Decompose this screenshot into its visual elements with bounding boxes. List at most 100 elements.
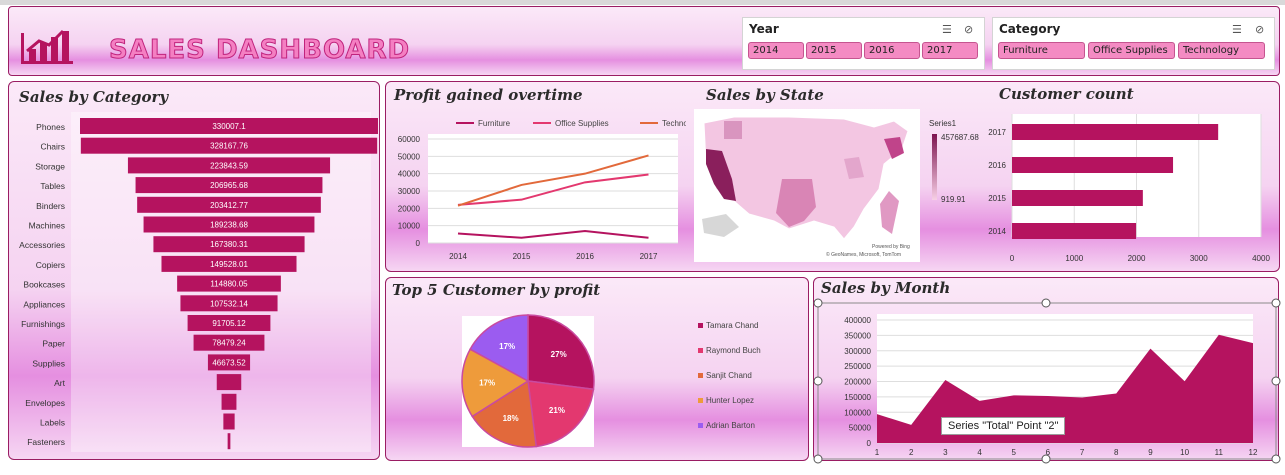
sales-by-category-panel: Sales by Category Phones 330007.1 Chairs 32…: [8, 81, 380, 460]
y-tick-label: 0: [416, 239, 421, 248]
slicer-year-2014[interactable]: 2014: [748, 42, 804, 59]
resize-handle[interactable]: [1271, 454, 1281, 464]
category-tick-label: Furnishings: [21, 319, 65, 329]
category-tick-label: Copiers: [36, 260, 65, 270]
x-tick-label: 4000: [1252, 254, 1270, 263]
category-slicer: Category ☰ ⊘ Furniture Office Supplies T…: [992, 17, 1275, 70]
customer-bar: [1012, 190, 1143, 206]
x-tick-label: 7: [1080, 448, 1085, 457]
y-tick-label: 20000: [398, 204, 421, 213]
bar-data-label: 78479.24: [212, 339, 246, 348]
bar-chart-logo-icon: [21, 29, 73, 64]
clear-filter-icon[interactable]: ⊘: [964, 23, 973, 36]
x-tick-label: 10: [1180, 448, 1189, 457]
x-tick-label: 3000: [1190, 254, 1208, 263]
category-tick-label: Appliances: [23, 299, 65, 309]
panel-title: Sales by State: [706, 86, 824, 104]
category-tick-label: Labels: [40, 418, 65, 428]
slicer-year-2015[interactable]: 2015: [806, 42, 862, 59]
category-tick-label: Fasteners: [27, 437, 65, 447]
category-tick-label: Storage: [35, 161, 65, 171]
bar-data-label: 189238.68: [210, 221, 248, 230]
multi-select-icon[interactable]: ☰: [942, 23, 952, 36]
year-slicer-title: Year: [749, 22, 779, 36]
legend-label: Raymond Buch: [706, 346, 761, 355]
x-tick-label: 3: [943, 448, 948, 457]
clear-filter-icon[interactable]: ⊘: [1255, 23, 1264, 36]
category-bar: [223, 413, 235, 430]
pie-data-label: 17%: [479, 378, 495, 387]
pie-data-label: 21%: [549, 406, 565, 415]
legend-label: Technology: [662, 119, 686, 128]
resize-handle[interactable]: [1271, 298, 1281, 308]
legend-label: Tamara Chand: [706, 321, 758, 330]
pie-data-label: 17%: [499, 342, 515, 351]
legend-title: Series1: [929, 119, 957, 128]
panel-title: Customer count: [999, 85, 1134, 103]
y-tick-label: 2015: [988, 194, 1006, 203]
resize-handle[interactable]: [1041, 298, 1051, 308]
sales-by-month-chart[interactable]: 0 50000 100000 150000 200000 250000 300000 3500…: [813, 277, 1285, 467]
pie-data-label: 27%: [551, 350, 567, 359]
category-tick-label: Accessories: [19, 240, 65, 250]
category-bar: [216, 374, 242, 391]
slicer-category-furniture[interactable]: Furniture: [998, 42, 1085, 59]
customer-bar: [1012, 223, 1137, 239]
x-tick-label: 2017: [640, 252, 658, 261]
plot-area: [428, 134, 678, 243]
x-tick-label: 2000: [1128, 254, 1146, 263]
top5-pie-chart: 27% 21% 18% 17% 17% Tamara Chand Raymond Buch S…: [461, 314, 761, 448]
resize-handle[interactable]: [813, 454, 823, 464]
window-top-border: [0, 0, 1285, 5]
resize-handle[interactable]: [813, 298, 823, 308]
slicer-year-2016[interactable]: 2016: [864, 42, 920, 59]
legend-swatch: [698, 423, 703, 428]
category-tick-label: Bookcases: [23, 280, 65, 290]
x-tick-label: 12: [1249, 448, 1258, 457]
map-credit: Powered by Bing: [872, 244, 910, 250]
y-tick-label: 100000: [844, 408, 871, 417]
customer-bar: [1012, 157, 1174, 173]
x-tick-label: 11: [1215, 448, 1224, 457]
category-tick-label: Phones: [36, 122, 65, 132]
category-tick-label: Tables: [40, 181, 65, 191]
dashboard-title: SALES DASHBOARD: [108, 35, 411, 66]
bar-data-label: 114880.05: [210, 280, 248, 289]
multi-select-icon[interactable]: ☰: [1232, 23, 1242, 36]
y-tick-label: 300000: [844, 347, 871, 356]
bar-data-label: 46673.52: [212, 358, 246, 367]
customer-count-chart: 0 1000 2000 3000 4000 2017 2016 2015 2014: [988, 114, 1270, 263]
y-tick-label: 50000: [398, 152, 421, 161]
x-tick-label: 9: [1148, 448, 1153, 457]
y-tick-label: 30000: [398, 187, 421, 196]
category-tick-label: Art: [54, 378, 66, 388]
bar-data-label: 330007.1: [212, 122, 246, 131]
slicer-category-office-supplies[interactable]: Office Supplies: [1088, 42, 1175, 59]
x-tick-label: 2016: [576, 252, 594, 261]
slicer-year-2017[interactable]: 2017: [922, 42, 978, 59]
resize-handle[interactable]: [1271, 376, 1281, 386]
category-tick-label: Envelopes: [25, 398, 65, 408]
y-tick-label: 2016: [988, 161, 1006, 170]
legend-swatch: [698, 348, 703, 353]
y-tick-label: 2014: [988, 227, 1006, 236]
legend-label: Adrian Barton: [706, 421, 755, 430]
bar-data-label: 206965.68: [210, 181, 248, 190]
slicer-category-technology[interactable]: Technology: [1178, 42, 1265, 59]
y-tick-label: 10000: [398, 222, 421, 231]
legend-swatch: [698, 373, 703, 378]
resize-handle[interactable]: [1041, 454, 1051, 464]
y-tick-label: 150000: [844, 393, 871, 402]
category-tick-label: Machines: [29, 221, 65, 231]
pie-data-label: 18%: [503, 414, 519, 423]
resize-handle[interactable]: [813, 376, 823, 386]
bar-data-label: 107532.14: [210, 299, 248, 308]
x-tick-label: 0: [1010, 254, 1015, 263]
profit-line-chart: 0 10000 20000 30000 40000 50000 60000 2014 2015 2…: [398, 119, 686, 261]
map-credit: © GeoNames, Microsoft, TomTom: [826, 251, 901, 258]
chart-tooltip: Series "Total" Point "2": [941, 417, 1066, 435]
category-slicer-title: Category: [999, 22, 1061, 36]
y-tick-label: 200000: [844, 378, 871, 387]
sales-by-category-chart: Phones 330007.1 Chairs 328167.76 Storage 2238…: [19, 112, 378, 452]
y-tick-label: 250000: [844, 362, 871, 371]
